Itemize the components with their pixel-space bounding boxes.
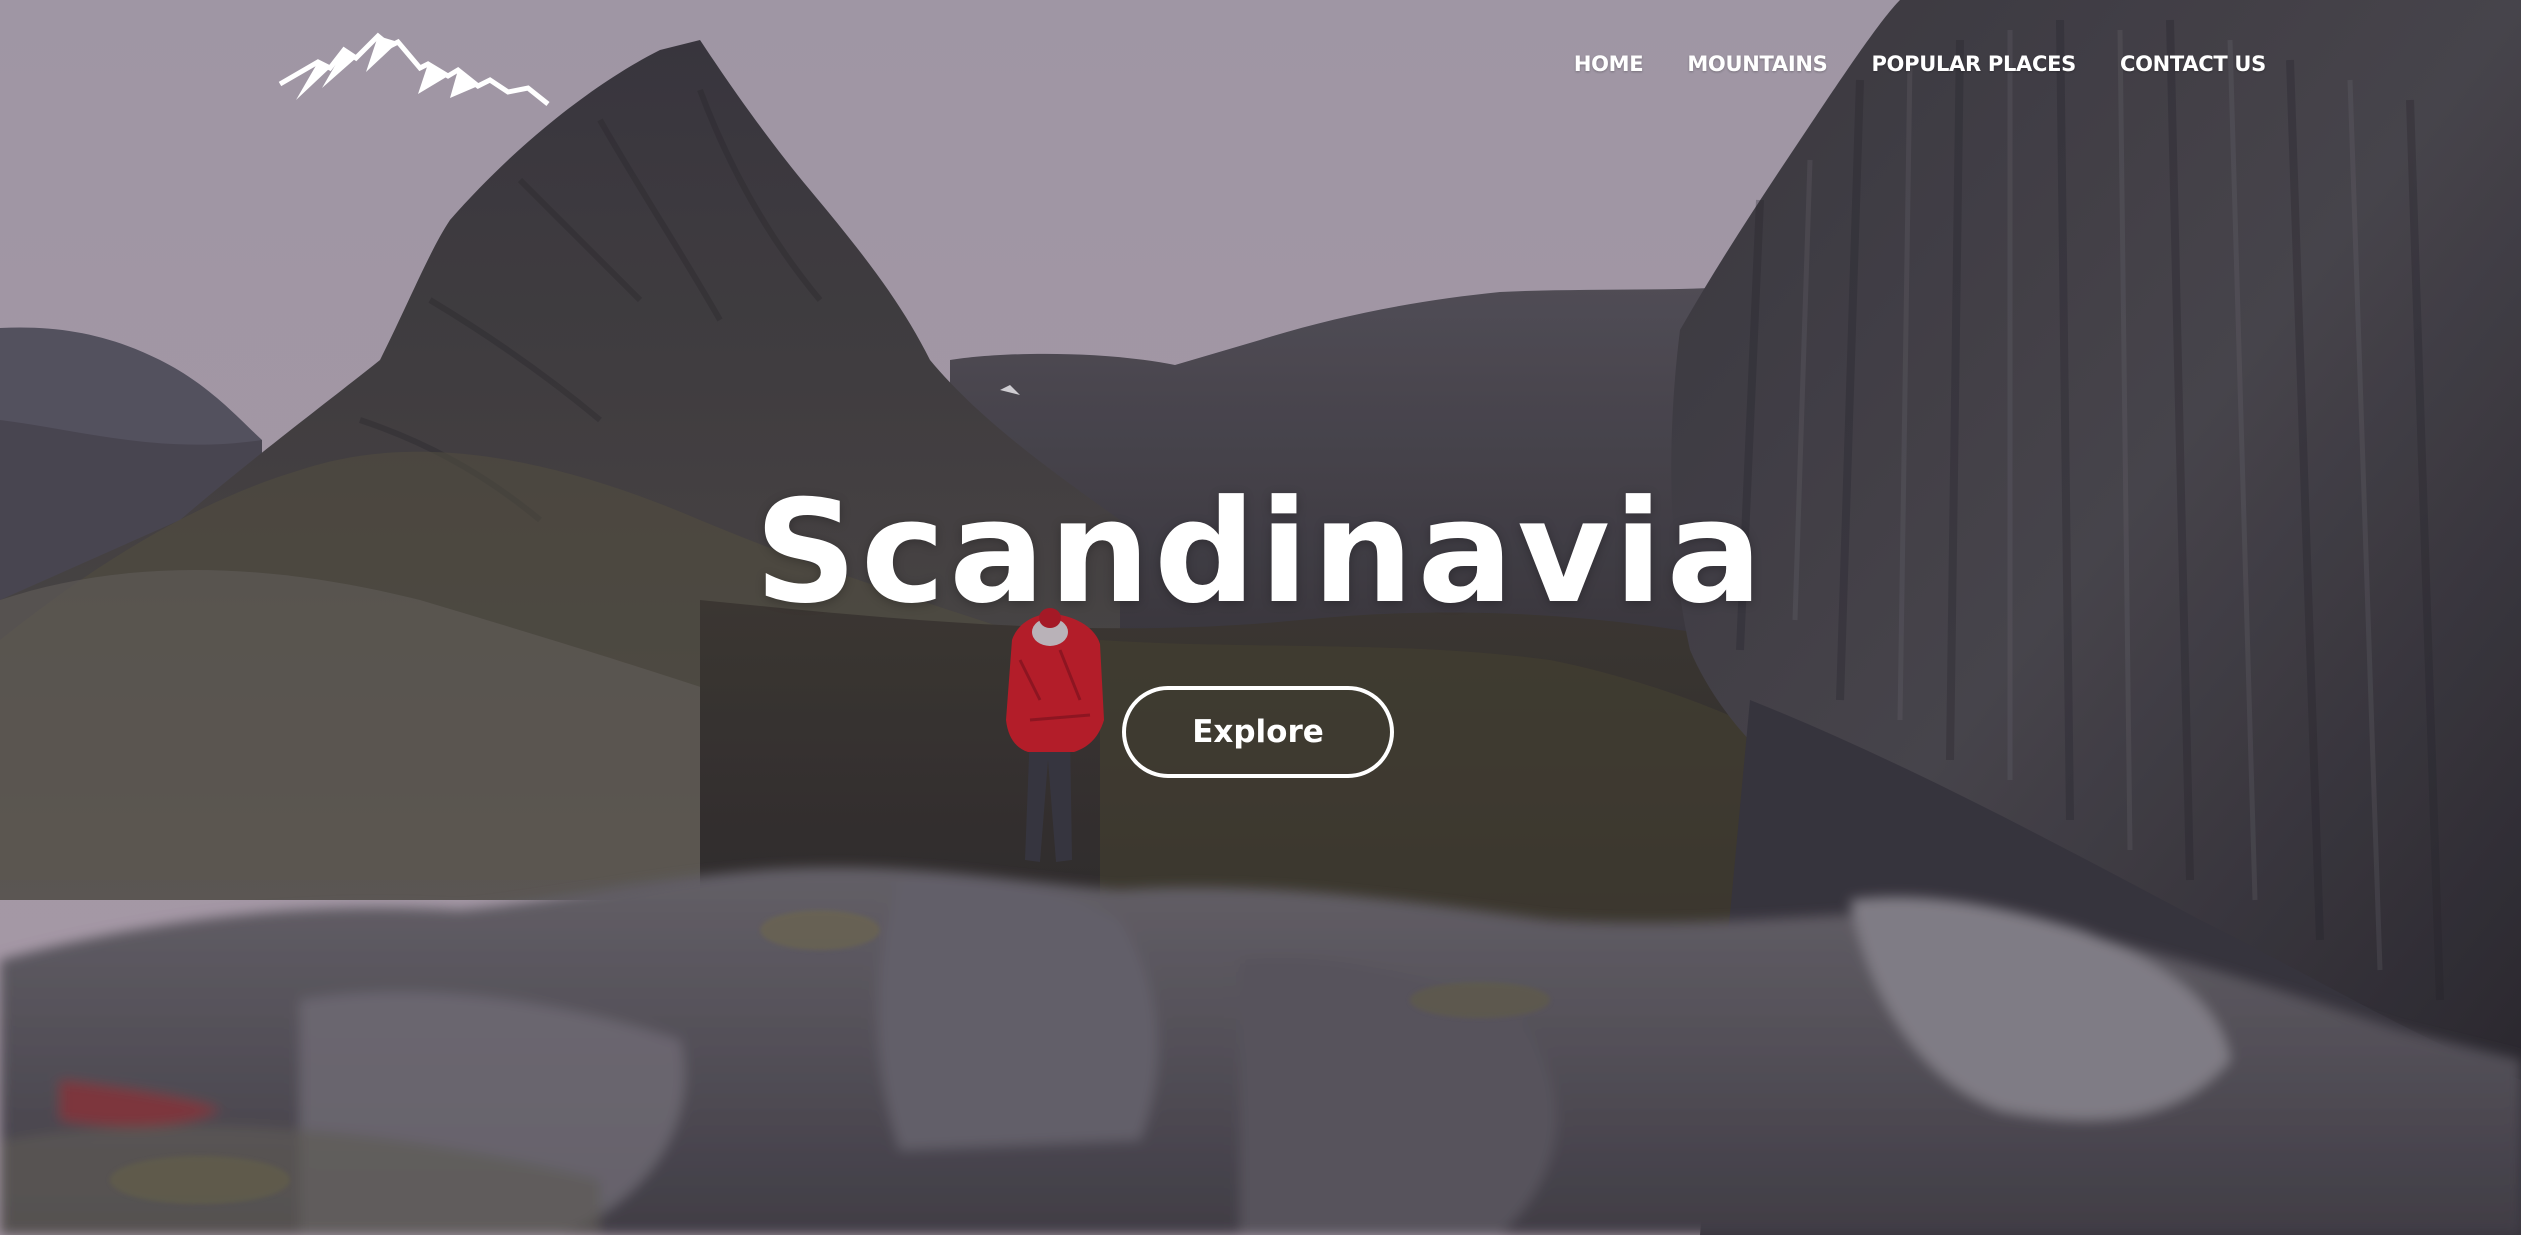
nav-link-mountains[interactable]: MOUNTAINS: [1687, 52, 1827, 76]
mountain-peaks-icon[interactable]: [278, 28, 550, 108]
nav-link-home[interactable]: HOME: [1574, 52, 1644, 76]
explore-button[interactable]: Explore: [1122, 686, 1394, 778]
nav-link-contact-us[interactable]: CONTACT US: [2120, 52, 2266, 76]
hero-section: HOME MOUNTAINS POPULAR PLACES CONTACT US…: [0, 0, 2521, 1235]
nav-link-popular-places[interactable]: POPULAR PLACES: [1871, 52, 2076, 76]
hero-title: Scandinavia: [754, 470, 1767, 635]
main-nav: HOME MOUNTAINS POPULAR PLACES CONTACT US: [1574, 52, 2266, 76]
